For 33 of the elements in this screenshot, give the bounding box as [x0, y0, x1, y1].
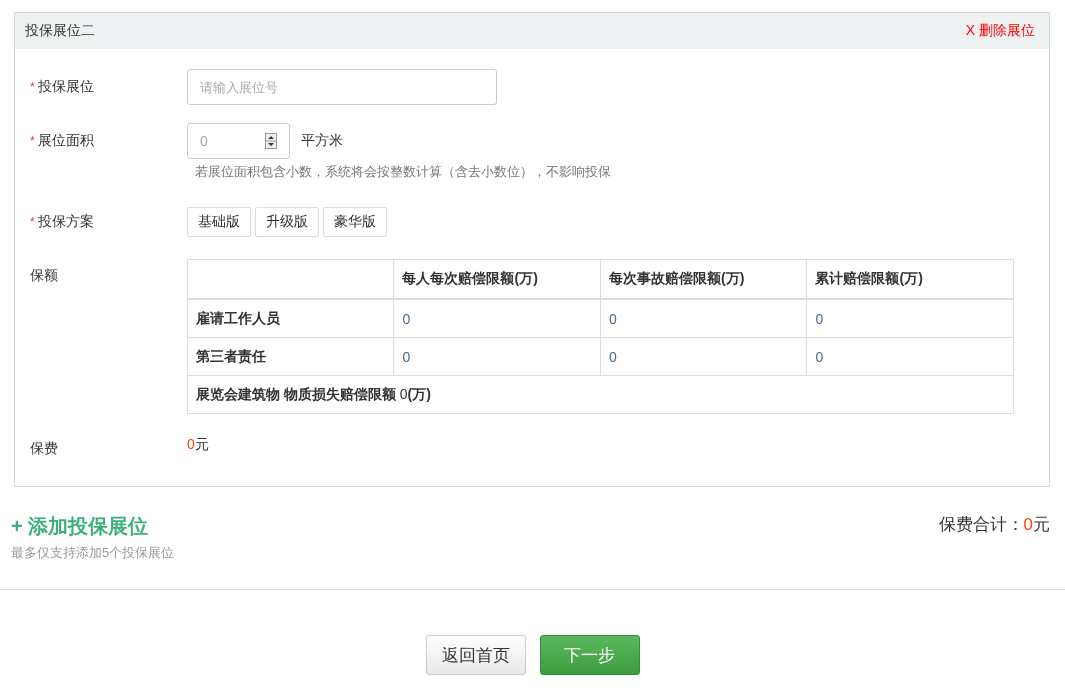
table-cell: 0 [600, 337, 807, 376]
table-cell: 0 [600, 299, 807, 338]
plan-option[interactable]: 基础版 [187, 207, 251, 237]
back-button[interactable]: 返回首页 [425, 635, 526, 675]
required-mark: * [30, 215, 35, 229]
fee-total: 保费合计：0元 [938, 514, 1050, 536]
panel-title: 投保展位二 [25, 22, 95, 40]
field-label: 保费 [30, 439, 59, 458]
table-cell: 0 [393, 337, 601, 376]
field-label: 投保展位 [37, 78, 94, 96]
table-cell: 0 [393, 299, 601, 338]
field-label: 投保方案 [37, 213, 94, 231]
fee-value: 0元 [187, 436, 209, 454]
table-cell: 雇请工作人员 [187, 299, 394, 338]
table-cell: 0 [806, 299, 1014, 338]
required-mark: * [30, 80, 35, 94]
unit-label: 平方米 [301, 132, 343, 150]
table-header: 累计赔偿限额(万) [806, 259, 1014, 299]
table-cell: 第三者责任 [187, 337, 394, 376]
table-cell: 展览会建筑物 物质损失赔偿限额 0(万) [187, 375, 1014, 414]
delete-booth-link[interactable]: X 删除展位 [965, 22, 1035, 40]
area-hint: 若展位面积包含小数，系统将会按整数计算（含去小数位），不影响投保 [195, 163, 612, 181]
add-limit-hint: 最多仅支持添加5个投保展位 [11, 544, 175, 562]
field-label: 保额 [30, 267, 58, 285]
table-cell: 0 [806, 337, 1014, 376]
plan-option[interactable]: 豪华版 [323, 207, 387, 237]
field-label: 展位面积 [37, 132, 94, 150]
plan-option[interactable]: 升级版 [255, 207, 319, 237]
table-header: 每次事故赔偿限额(万) [600, 259, 807, 299]
booth-number-field[interactable]: 请输入展位号 [187, 69, 497, 105]
spinner-icon[interactable] [265, 133, 277, 149]
required-mark: * [30, 134, 35, 148]
table-header: 每人每次赔偿限额(万) [393, 259, 601, 299]
